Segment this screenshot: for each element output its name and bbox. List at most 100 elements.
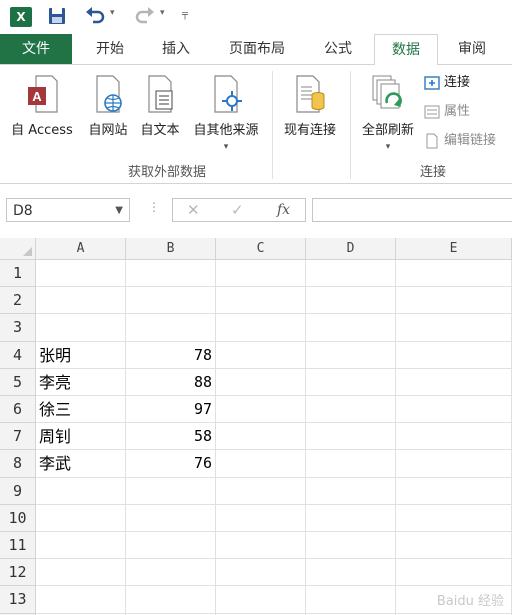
cell-c3[interactable] [216,314,306,342]
undo-icon[interactable] [84,6,106,26]
redo-icon[interactable] [134,6,156,26]
column-header-d[interactable]: D [306,238,396,260]
cell-d12[interactable] [306,559,396,587]
row-header-12[interactable]: 12 [0,559,36,587]
row-header-1[interactable]: 1 [0,260,36,288]
save-icon[interactable] [48,7,66,25]
cell-e12[interactable] [396,559,512,587]
cell-d5[interactable] [306,368,396,396]
cell-d2[interactable] [306,287,396,315]
cell-b11[interactable] [126,532,216,560]
undo-dropdown-icon[interactable]: ▾ [110,8,115,18]
name-box-dropdown-icon[interactable]: ▼ [115,199,123,223]
cell-b6[interactable]: 97 [126,396,216,424]
tab-page-layout[interactable]: 页面布局 [216,34,298,64]
from-other-sources-button[interactable]: 自其他来源 ▾ [186,75,266,152]
cell-e1[interactable] [396,260,512,288]
cell-b13[interactable] [126,586,216,614]
cell-e3[interactable] [396,314,512,342]
cell-a10[interactable] [36,504,126,532]
cell-b12[interactable] [126,559,216,587]
cell-d6[interactable] [306,396,396,424]
cell-c2[interactable] [216,287,306,315]
cell-d7[interactable] [306,423,396,451]
tab-formulas[interactable]: 公式 [310,34,366,64]
formula-input[interactable] [312,198,512,222]
cell-c9[interactable] [216,477,306,505]
cell-b5[interactable]: 88 [126,368,216,396]
cell-c5[interactable] [216,368,306,396]
from-web-button[interactable]: 自网站 [84,75,132,138]
cell-b2[interactable] [126,287,216,315]
cell-c4[interactable] [216,341,306,369]
cell-d8[interactable] [306,450,396,478]
cell-a12[interactable] [36,559,126,587]
cell-b8[interactable]: 76 [126,450,216,478]
select-all-corner[interactable] [0,238,36,260]
cell-e10[interactable] [396,504,512,532]
insert-function-icon[interactable]: fx [277,202,290,218]
cell-a9[interactable] [36,477,126,505]
customize-icon[interactable]: ╤ [182,9,188,20]
cell-e11[interactable] [396,532,512,560]
cell-b1[interactable] [126,260,216,288]
cancel-icon[interactable]: ✕ [187,201,200,219]
cell-a7[interactable]: 周钊 [36,423,126,451]
row-header-7[interactable]: 7 [0,423,36,451]
cell-d11[interactable] [306,532,396,560]
column-header-e[interactable]: E [396,238,512,260]
tab-insert[interactable]: 插入 [148,34,204,64]
row-header-13[interactable]: 13 [0,586,36,614]
cell-c7[interactable] [216,423,306,451]
cell-e5[interactable] [396,368,512,396]
tab-home[interactable]: 开始 [84,34,136,64]
cell-c10[interactable] [216,504,306,532]
cell-c1[interactable] [216,260,306,288]
column-header-b[interactable]: B [126,238,216,260]
redo-dropdown-icon[interactable]: ▾ [160,8,165,18]
cell-e2[interactable] [396,287,512,315]
row-header-6[interactable]: 6 [0,396,36,424]
properties-button[interactable]: 属性 [424,102,470,122]
enter-icon[interactable]: ✓ [231,201,244,219]
edit-links-button[interactable]: 编辑链接 [424,131,512,151]
cell-b7[interactable]: 58 [126,423,216,451]
cell-e6[interactable] [396,396,512,424]
cell-d10[interactable] [306,504,396,532]
cell-c11[interactable] [216,532,306,560]
cell-c6[interactable] [216,396,306,424]
cell-e8[interactable] [396,450,512,478]
cell-a3[interactable] [36,314,126,342]
existing-connections-button[interactable]: 现有连接 [278,75,342,138]
name-box[interactable]: D8 ▼ [6,198,130,222]
cell-e7[interactable] [396,423,512,451]
cell-a13[interactable] [36,586,126,614]
cell-d1[interactable] [306,260,396,288]
cell-b9[interactable] [126,477,216,505]
row-header-4[interactable]: 4 [0,341,36,369]
cell-c8[interactable] [216,450,306,478]
cell-d9[interactable] [306,477,396,505]
row-header-8[interactable]: 8 [0,450,36,478]
row-header-2[interactable]: 2 [0,287,36,315]
cell-a11[interactable] [36,532,126,560]
cell-d4[interactable] [306,341,396,369]
spreadsheet-grid[interactable]: A B C D E 1 2 3 4 张明 78 5 李亮 88 6 徐三 97 7 周钊 58 8 李武 76 9 10 11 12… [0,238,512,615]
tab-review[interactable]: 审阅 [444,34,500,64]
other-sources-dropdown-icon[interactable]: ▾ [186,142,266,152]
cell-e4[interactable] [396,341,512,369]
from-text-button[interactable]: 自文本 [136,75,184,138]
tab-data[interactable]: 数据 [374,34,438,66]
cell-b4[interactable]: 78 [126,341,216,369]
cell-a1[interactable] [36,260,126,288]
column-header-a[interactable]: A [36,238,126,260]
connections-button[interactable]: 连接 [424,73,470,93]
cell-b10[interactable] [126,504,216,532]
column-header-c[interactable]: C [216,238,306,260]
row-header-5[interactable]: 5 [0,368,36,396]
cell-d13[interactable] [306,586,396,614]
refresh-dropdown-icon[interactable]: ▾ [354,142,422,152]
tab-file[interactable]: 文件 [0,34,72,64]
cell-c12[interactable] [216,559,306,587]
cell-d3[interactable] [306,314,396,342]
